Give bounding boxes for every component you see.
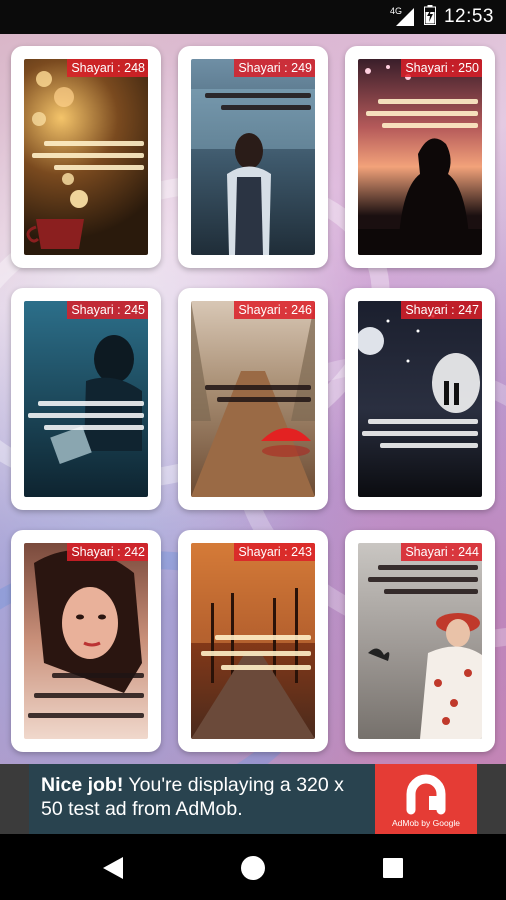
back-icon <box>103 857 123 879</box>
shayari-image: Shayari : 248 <box>24 59 148 255</box>
admob-logo[interactable]: AdMob by Google <box>375 764 477 834</box>
shayari-number-badge: Shayari : 249 <box>234 59 315 77</box>
ad-text: Nice job! You're displaying a 320 x 50 t… <box>41 773 361 821</box>
status-bar: 4G 12:53 <box>0 0 506 34</box>
admob-icon <box>406 774 446 815</box>
shayari-card[interactable]: Shayari : 248 <box>11 46 161 268</box>
status-icons: 4G 12:53 <box>389 4 494 30</box>
navigation-bar <box>0 834 506 900</box>
shayari-image: Shayari : 245 <box>24 301 148 497</box>
shayari-image: Shayari : 247 <box>358 301 482 497</box>
shayari-card[interactable]: Shayari : 247 <box>345 288 495 510</box>
shayari-card[interactable]: Shayari : 246 <box>178 288 328 510</box>
shayari-number-badge: Shayari : 243 <box>234 543 315 561</box>
shayari-card[interactable]: Shayari : 245 <box>11 288 161 510</box>
battery-icon <box>423 4 436 30</box>
shayari-card[interactable]: Shayari : 250 <box>345 46 495 268</box>
shayari-grid: Shayari : 248 Shayari : 249 Shayari: 25… <box>0 34 506 764</box>
back-button[interactable] <box>95 850 131 886</box>
ad-headline: Nice job! <box>41 774 124 796</box>
shayari-number-badge: Shayari : 242 <box>67 543 148 561</box>
shayari-card[interactable]: Shayari : 249 <box>178 46 328 268</box>
shayari-image: Shayari : 250 <box>358 59 482 255</box>
shayari-number-badge: Shayari : 245 <box>67 301 148 319</box>
shayari-card[interactable]: Shayari : 242 <box>11 530 161 752</box>
shayari-image: Shayari : 243 <box>191 543 315 739</box>
shayari-card[interactable]: Shayari : 244 <box>345 530 495 752</box>
admob-brand: AdMob by Google <box>391 818 461 828</box>
shayari-number-badge: Shayari : 244 <box>401 543 482 561</box>
shayari-number-badge: Shayari : 250 <box>401 59 482 77</box>
admob-test-banner[interactable]: Nice job! You're displaying a 320 x 50 t… <box>29 764 477 834</box>
shayari-card[interactable]: Shayari : 243 <box>178 530 328 752</box>
shayari-image: Shayari : 242 <box>24 543 148 739</box>
recents-button[interactable] <box>375 850 411 886</box>
recents-icon <box>383 858 403 878</box>
signal-icon: 4G <box>389 6 416 27</box>
ad-margin <box>477 764 506 834</box>
shayari-image: Shayari : 246 <box>191 301 315 497</box>
shayari-number-badge: Shayari : 248 <box>67 59 148 77</box>
shayari-number-badge: Shayari : 247 <box>401 301 482 319</box>
shayari-number-badge: Shayari : 246 <box>234 301 315 319</box>
shayari-image: Shayari : 249 <box>191 59 315 255</box>
home-icon <box>241 856 265 880</box>
clock: 12:53 <box>443 6 494 27</box>
home-button[interactable] <box>235 850 271 886</box>
network-label: 4G <box>389 6 402 16</box>
ad-margin <box>0 764 29 834</box>
shayari-image: Shayari : 244 <box>358 543 482 739</box>
